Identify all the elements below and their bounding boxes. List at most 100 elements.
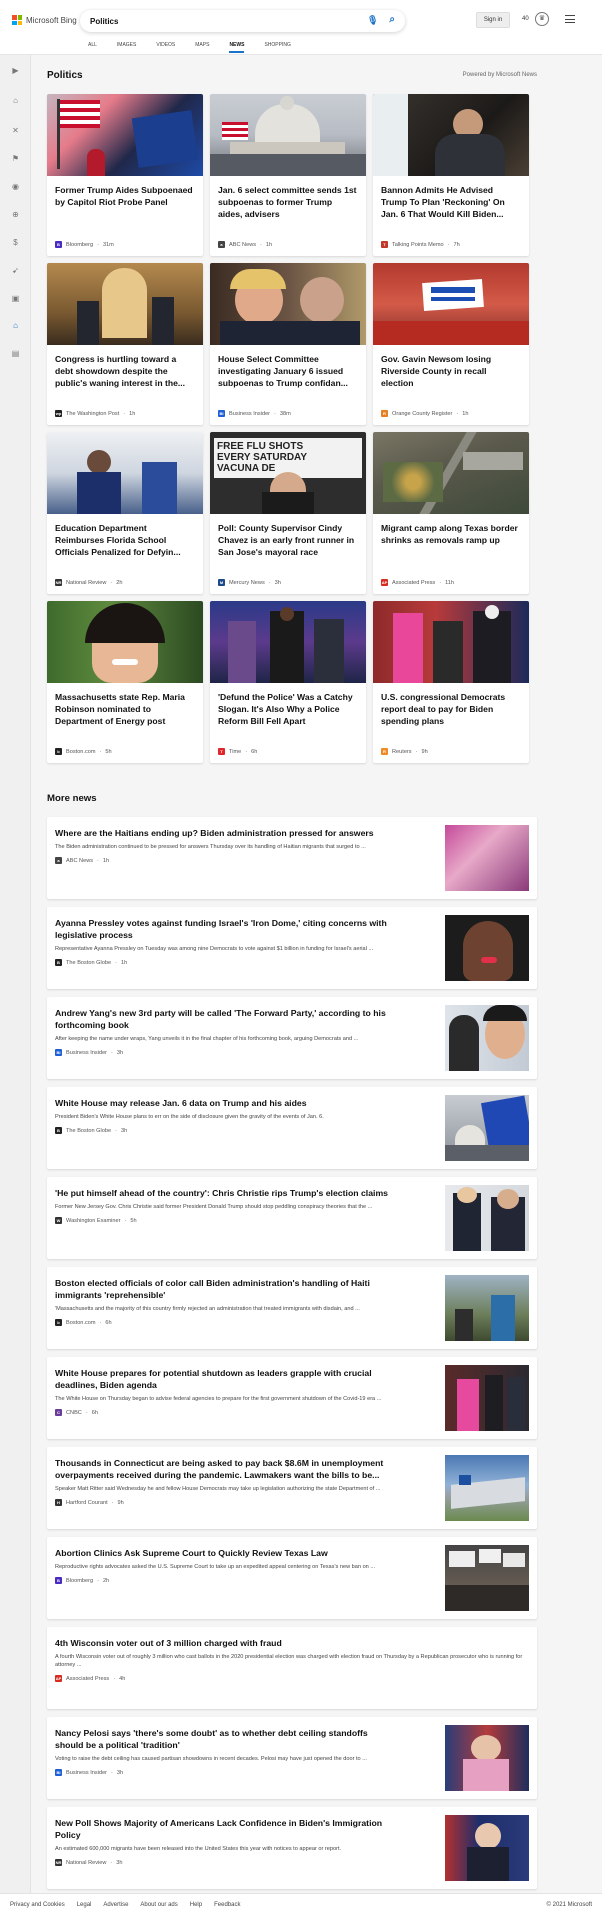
news-list-item[interactable]: Andrew Yang's new 3rd party will be call… — [47, 997, 537, 1079]
news-list-item[interactable]: Thousands in Connecticut are being asked… — [47, 1447, 537, 1529]
source-time: 9h — [421, 748, 428, 755]
bing-logo[interactable]: Microsoft Bing — [12, 15, 77, 25]
page-footer: Privacy and Cookies Legal Advertise Abou… — [0, 1893, 602, 1917]
news-card[interactable]: Congress is hurtling toward a debt showd… — [47, 263, 203, 425]
news-title[interactable]: White House may release Jan. 6 data on T… — [55, 1097, 390, 1109]
news-card[interactable]: Bannon Admits He Advised Trump To Plan '… — [373, 94, 529, 256]
news-card[interactable]: U.S. congressional Democrats report deal… — [373, 601, 529, 763]
news-title[interactable]: Where are the Haitians ending up? Biden … — [55, 827, 390, 839]
source-name: Boston.com — [66, 1319, 96, 1326]
news-card[interactable]: House Select Committee investigating Jan… — [210, 263, 366, 425]
source-logo-icon: B — [55, 1127, 62, 1134]
news-title[interactable]: 4th Wisconsin voter out of 3 million cha… — [55, 1637, 525, 1649]
news-list-item[interactable]: Abortion Clinics Ask Supreme Court to Qu… — [47, 1537, 537, 1619]
news-thumbnail — [445, 915, 529, 981]
home-icon[interactable]: ⌂ — [10, 95, 21, 106]
card-title[interactable]: Congress is hurtling toward a debt showd… — [47, 345, 203, 395]
news-list-item[interactable]: Boston elected officials of color call B… — [47, 1267, 537, 1349]
news-title[interactable]: Abortion Clinics Ask Supreme Court to Qu… — [55, 1547, 390, 1559]
news-title[interactable]: Thousands in Connecticut are being asked… — [55, 1457, 390, 1481]
news-list-item[interactable]: Nancy Pelosi says 'there's some doubt' a… — [47, 1717, 537, 1799]
search-icon[interactable]: ⌕ — [389, 14, 395, 25]
news-title[interactable]: Ayanna Pressley votes against funding Is… — [55, 917, 390, 941]
tab-shopping[interactable]: SHOPPING — [264, 42, 290, 53]
source-time: 1h — [120, 959, 128, 966]
news-card[interactable]: Education Department Reimburses Florida … — [47, 432, 203, 594]
microphone-icon[interactable]: 🎙 — [367, 15, 378, 27]
card-title[interactable]: Former Trump Aides Subpoenaed by Capitol… — [47, 176, 203, 226]
source-name: National Review — [66, 579, 107, 586]
politics-icon[interactable]: ⌂ — [10, 320, 21, 331]
card-title[interactable]: Bannon Admits He Advised Trump To Plan '… — [373, 176, 529, 226]
tab-news[interactable]: NEWS — [229, 42, 245, 53]
news-list-item[interactable]: Where are the Haitians ending up? Biden … — [47, 817, 537, 899]
news-card[interactable]: Migrant camp along Texas border shrinks … — [373, 432, 529, 594]
news-list-item[interactable]: White House may release Jan. 6 data on T… — [47, 1087, 537, 1169]
news-list-item[interactable]: New Poll Shows Majority of Americans Lac… — [47, 1807, 537, 1889]
news-source: AP Associated Press · 4h — [55, 1675, 126, 1682]
source-logo-icon: C — [55, 1409, 62, 1416]
expand-icon[interactable]: ▶ — [10, 65, 21, 76]
source-time: 38m — [279, 410, 291, 417]
menu-icon[interactable] — [565, 15, 575, 23]
tab-images[interactable]: IMAGES — [117, 42, 136, 53]
source-logo-icon: AP — [55, 1675, 62, 1682]
footer-link-help[interactable]: Help — [190, 1902, 202, 1908]
news-title[interactable]: New Poll Shows Majority of Americans Lac… — [55, 1817, 390, 1841]
microsoft-logo-icon — [12, 15, 22, 25]
footer-link-about-ads[interactable]: About our ads — [140, 1902, 177, 1908]
globe-icon[interactable]: ⊕ — [10, 209, 21, 220]
footer-link-privacy[interactable]: Privacy and Cookies — [10, 1902, 65, 1908]
news-snippet: Voting to raise the debt ceiling has cau… — [55, 1756, 367, 1762]
source-name: ABC News — [66, 857, 94, 864]
rewards-points[interactable]: 40 — [522, 16, 529, 22]
footer-link-feedback[interactable]: Feedback — [214, 1902, 240, 1908]
rocket-icon[interactable]: ➹ — [10, 265, 21, 276]
news-card[interactable]: 'Defund the Police' Was a Catchy Slogan.… — [210, 601, 366, 763]
card-title[interactable]: Gov. Gavin Newsom losing Riverside Count… — [373, 345, 529, 395]
footer-link-legal[interactable]: Legal — [77, 1902, 92, 1908]
tab-maps[interactable]: MAPS — [195, 42, 209, 53]
news-title[interactable]: Nancy Pelosi says 'there's some doubt' a… — [55, 1727, 390, 1751]
news-list-item[interactable]: 4th Wisconsin voter out of 3 million cha… — [47, 1627, 537, 1709]
news-card[interactable]: Massachusetts state Rep. Maria Robinson … — [47, 601, 203, 763]
card-title[interactable]: 'Defund the Police' Was a Catchy Slogan.… — [210, 683, 366, 733]
news-card[interactable]: Gov. Gavin Newsom losing Riverside Count… — [373, 263, 529, 425]
news-card[interactable]: Former Trump Aides Subpoenaed by Capitol… — [47, 94, 203, 256]
news-snippet: The Biden administration continued to be… — [55, 844, 366, 850]
news-title[interactable]: Boston elected officials of color call B… — [55, 1277, 390, 1301]
rewards-trophy-icon[interactable]: ♛ — [535, 12, 549, 26]
card-title[interactable]: Education Department Reimburses Florida … — [47, 514, 203, 564]
card-title[interactable]: House Select Committee investigating Jan… — [210, 345, 366, 395]
news-card[interactable]: Jan. 6 select committee sends 1st subpoe… — [210, 94, 366, 256]
section-title: Politics — [47, 69, 83, 81]
source-time: 6h — [251, 748, 258, 755]
news-title[interactable]: Andrew Yang's new 3rd party will be call… — [55, 1007, 390, 1031]
news-list-item[interactable]: White House prepares for potential shutd… — [47, 1357, 537, 1439]
card-title[interactable]: Migrant camp along Texas border shrinks … — [373, 514, 529, 564]
news-list-item[interactable]: 'He put himself ahead of the country': C… — [47, 1177, 537, 1259]
tab-videos[interactable]: VIDEOS — [156, 42, 175, 53]
news-title[interactable]: White House prepares for potential shutd… — [55, 1367, 390, 1391]
sports-icon[interactable]: ✕ — [10, 125, 21, 136]
money-icon[interactable]: $ — [10, 237, 21, 248]
card-title[interactable]: Jan. 6 select committee sends 1st subpoe… — [210, 176, 366, 226]
news-card[interactable]: FREE FLU SHOTS EVERY SATURDAY VACUNA DE Po… — [210, 432, 366, 594]
card-title[interactable]: Poll: County Supervisor Cindy Chavez is … — [210, 514, 366, 564]
tab-all[interactable]: ALL — [88, 42, 97, 53]
source-time: 3h — [116, 1049, 124, 1056]
news-list-item[interactable]: Ayanna Pressley votes against funding Is… — [47, 907, 537, 989]
news-title[interactable]: 'He put himself ahead of the country': C… — [55, 1187, 390, 1199]
source-time: 6h — [105, 1319, 112, 1326]
footer-link-advertise[interactable]: Advertise — [103, 1902, 128, 1908]
flag-icon[interactable]: ⚑ — [10, 153, 21, 164]
source-name: Bloomberg — [66, 241, 94, 248]
card-title[interactable]: U.S. congressional Democrats report deal… — [373, 683, 529, 733]
tv-icon[interactable]: ▣ — [10, 293, 21, 304]
sign-in-button[interactable]: Sign in — [476, 12, 510, 28]
search-input[interactable] — [90, 16, 340, 26]
source-name: ABC News — [229, 241, 257, 248]
briefcase-icon[interactable]: ▤ — [10, 348, 21, 359]
card-title[interactable]: Massachusetts state Rep. Maria Robinson … — [47, 683, 203, 733]
location-icon[interactable]: ◉ — [10, 181, 21, 192]
